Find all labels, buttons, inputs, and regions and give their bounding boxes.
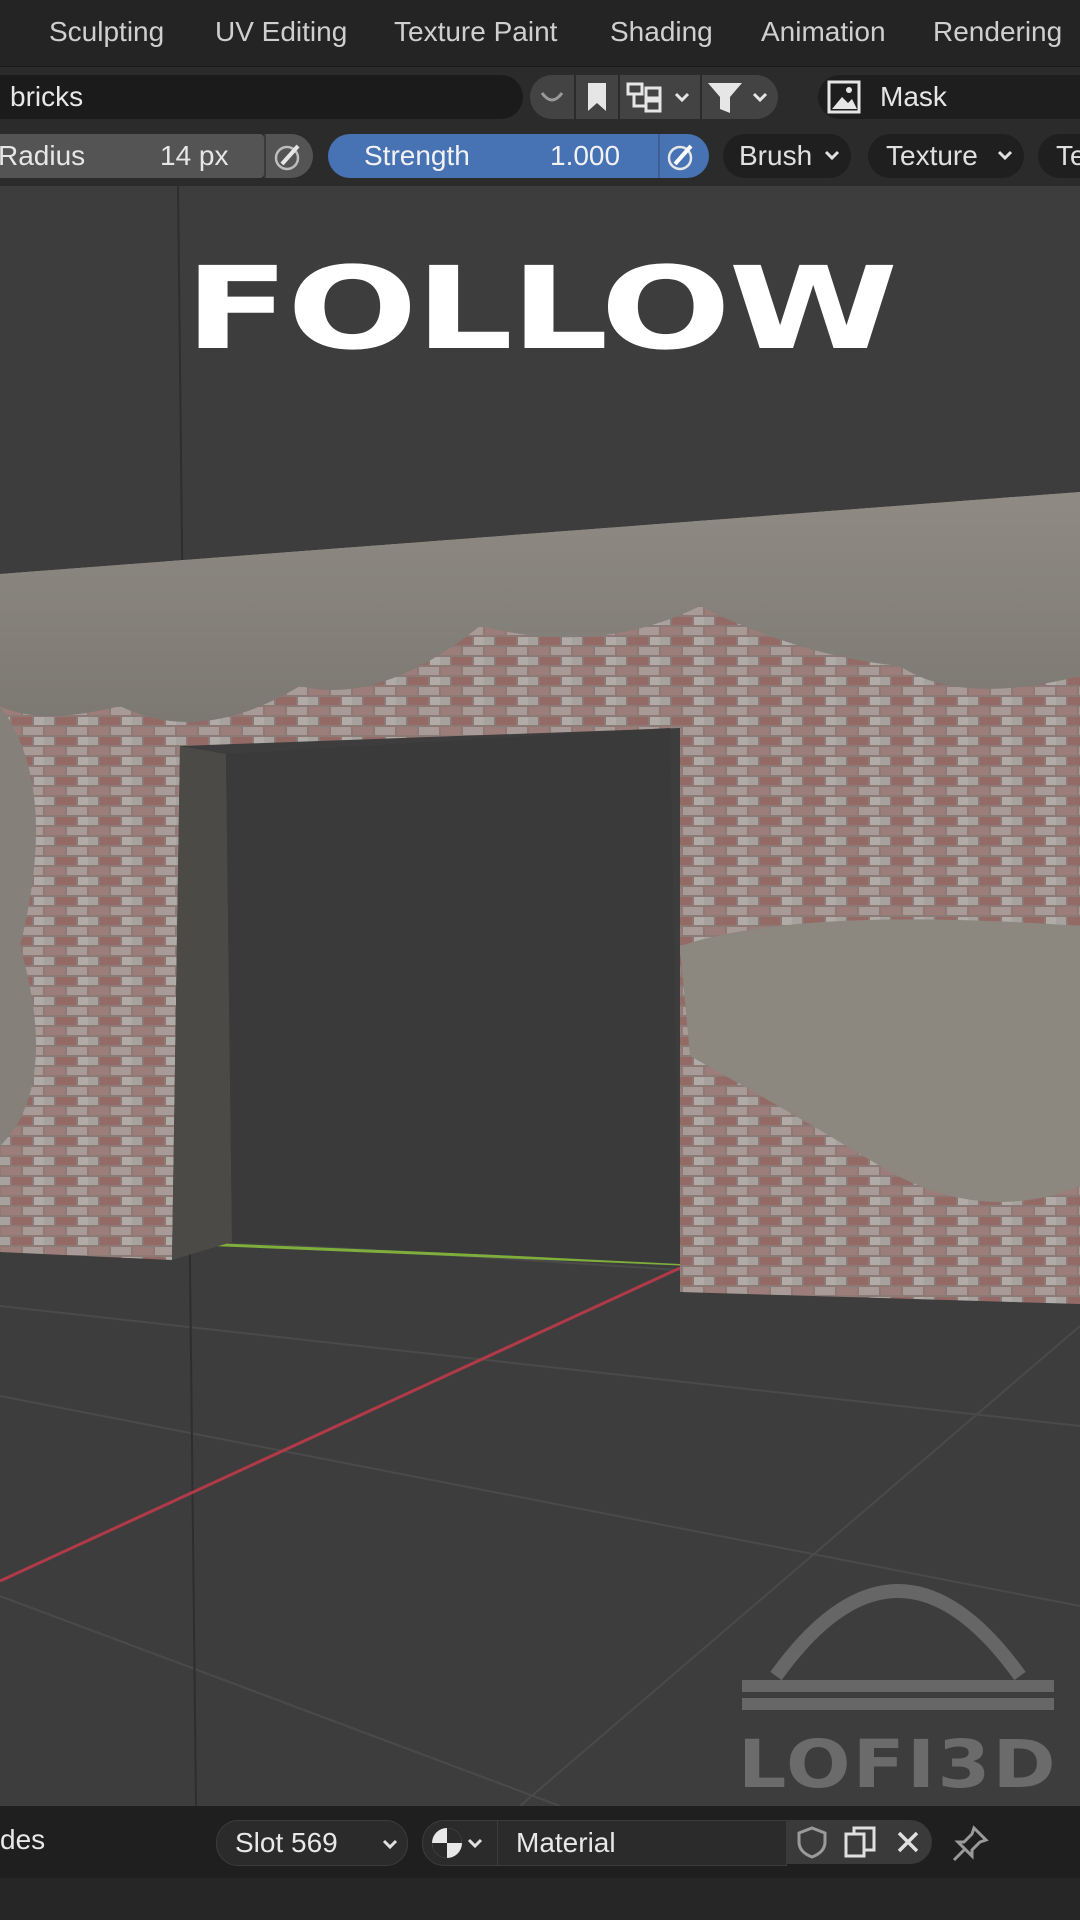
radius-pressure-toggle[interactable] [264, 134, 313, 178]
curve-dropdown-icon [540, 92, 564, 102]
status-footer [0, 1878, 1080, 1920]
mask-label: Mask [880, 81, 947, 112]
material-name: Material [516, 1827, 616, 1858]
header-bar: bricks Mask [0, 66, 1080, 127]
chevron-down-icon [674, 92, 690, 103]
brick-wall-model [0, 492, 1080, 1304]
tab-animation[interactable]: Animation [761, 16, 886, 48]
chevron-down-icon [382, 1839, 398, 1850]
bookmark-icon [588, 83, 606, 111]
copy-icon[interactable] [842, 1824, 878, 1860]
material-sphere-icon [432, 1828, 483, 1858]
bookmark-button[interactable] [576, 75, 618, 119]
tab-rendering[interactable]: Rendering [933, 16, 1062, 48]
image-mask-icon [827, 80, 861, 114]
workspace-tabs: Sculpting UV Editing Texture Paint Shadi… [0, 0, 1080, 66]
chevron-down-icon [997, 150, 1013, 161]
chevron-down-icon [824, 150, 840, 161]
cut-label: Te [1056, 140, 1080, 171]
pin-icon[interactable] [950, 1824, 990, 1864]
mask-button[interactable]: Mask [818, 75, 1080, 119]
tab-uv-editing[interactable]: UV Editing [215, 16, 347, 48]
material-slot-bar: des Slot 569 Material [0, 1806, 1080, 1878]
close-icon[interactable] [890, 1824, 926, 1860]
filter-dropdown[interactable] [702, 75, 778, 119]
material-actions [786, 1820, 932, 1864]
tab-texture-paint[interactable]: Texture Paint [394, 16, 557, 48]
texture-mask-dropdown[interactable]: Te [1038, 134, 1080, 178]
brush-dropdown[interactable]: Brush [723, 134, 851, 178]
viewport-scene [0, 186, 1080, 1806]
hierarchy-icon [626, 82, 690, 113]
brush-name-value: bricks [10, 81, 84, 112]
radius-field[interactable]: Radius 14 px [0, 134, 264, 178]
brush-search-field[interactable]: bricks [0, 75, 523, 119]
slot-label: Slot 569 [235, 1827, 338, 1858]
overlay-title: FOLLOW [184, 242, 898, 375]
lofi3d-logo [742, 1584, 1054, 1710]
watermark-text: LOFI3D [738, 1726, 1058, 1803]
material-name-field[interactable]: Material [497, 1820, 787, 1866]
cut-left-label: des [0, 1824, 46, 1855]
strength-slider[interactable]: Strength 1.000 [328, 134, 658, 178]
brush-label: Brush [739, 140, 813, 171]
pen-pressure-icon [667, 144, 693, 171]
3d-viewport[interactable]: FOLLOW LOFI3D [0, 186, 1080, 1806]
radius-value: 14 px [160, 140, 229, 171]
tab-shading[interactable]: Shading [610, 16, 713, 48]
filter-icon [708, 83, 768, 113]
shield-icon[interactable] [794, 1824, 830, 1860]
strength-label: Strength [364, 140, 470, 171]
texture-label: Texture [886, 140, 978, 171]
radius-label: Radius [0, 140, 86, 171]
hierarchy-dropdown[interactable] [620, 75, 700, 119]
tool-settings-bar: Radius 14 px Strength 1.000 Brush Textur… [0, 126, 1080, 186]
x-axis-line [0, 1266, 681, 1583]
strength-pressure-toggle[interactable] [658, 134, 709, 178]
texture-dropdown[interactable]: Texture [868, 134, 1024, 178]
pen-pressure-icon [274, 144, 300, 171]
tab-sculpting[interactable]: Sculpting [49, 16, 164, 48]
slot-dropdown[interactable]: Slot 569 [216, 1820, 408, 1866]
material-browse-button[interactable] [422, 1820, 498, 1866]
strength-value: 1.000 [550, 140, 621, 171]
curve-dropdown-button[interactable] [530, 75, 574, 119]
